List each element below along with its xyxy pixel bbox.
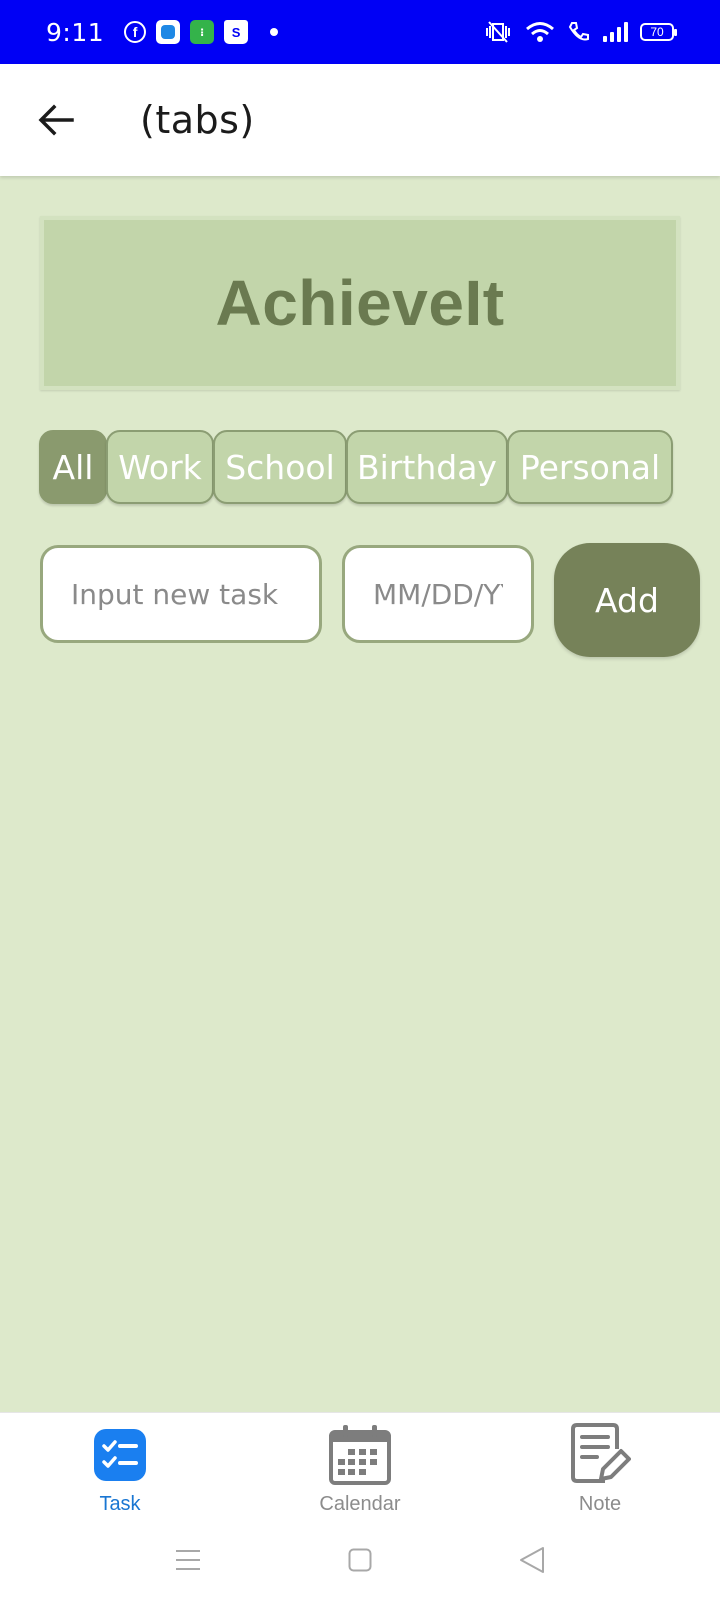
- note-edit-icon: [566, 1421, 634, 1489]
- tab-all[interactable]: All: [39, 430, 107, 504]
- system-navigation-bar: [0, 1520, 720, 1600]
- calendar-icon: [326, 1421, 394, 1489]
- status-bar: 9:11 f ⁝ S 70: [0, 0, 720, 64]
- tab-personal[interactable]: Personal: [507, 430, 673, 504]
- facebook-icon: f: [124, 21, 147, 43]
- vibrate-mute-icon: [486, 21, 510, 43]
- signal-icon: [603, 22, 628, 42]
- recents-menu-button[interactable]: [168, 1540, 208, 1580]
- nav-item-calendar[interactable]: Calendar: [240, 1413, 480, 1521]
- bottom-navigation: Task Calendar Note: [0, 1412, 720, 1520]
- app-banner: AchieveIt: [40, 216, 680, 390]
- status-time: 9:11: [46, 17, 105, 47]
- task-list-icon: [86, 1421, 154, 1489]
- nav-item-task[interactable]: Task: [0, 1413, 240, 1521]
- page-title: (tabs): [140, 98, 255, 142]
- more-notifications-dot: [270, 28, 279, 36]
- tab-birthday[interactable]: Birthday: [346, 430, 508, 504]
- wifi-calling-icon: [568, 22, 589, 41]
- nav-label-calendar: Calendar: [319, 1493, 401, 1515]
- add-task-button[interactable]: Add: [554, 543, 700, 657]
- system-back-button[interactable]: [512, 1540, 552, 1580]
- blue-app-icon: [156, 20, 181, 44]
- triangle-back-icon: [520, 1547, 544, 1573]
- nav-item-note[interactable]: Note: [480, 1413, 720, 1521]
- battery-icon: 70: [640, 23, 677, 41]
- nav-label-note: Note: [578, 1493, 622, 1515]
- tab-work[interactable]: Work: [106, 430, 214, 504]
- shopping-bag-icon: S: [224, 20, 249, 44]
- app-name-title: AchieveIt: [215, 267, 505, 339]
- menu-icon: [176, 1550, 200, 1570]
- nav-label-task: Task: [99, 1493, 141, 1515]
- square-home-icon: [348, 1548, 372, 1572]
- tab-school[interactable]: School: [213, 430, 347, 504]
- task-input[interactable]: [40, 545, 322, 643]
- arrow-left-icon: [38, 104, 74, 136]
- back-button[interactable]: [26, 90, 86, 150]
- green-app-icon: ⁝: [190, 20, 215, 44]
- home-button[interactable]: [340, 1540, 380, 1580]
- wifi-icon: [526, 22, 554, 42]
- date-input[interactable]: [342, 545, 534, 643]
- app-bar: (tabs): [0, 64, 720, 176]
